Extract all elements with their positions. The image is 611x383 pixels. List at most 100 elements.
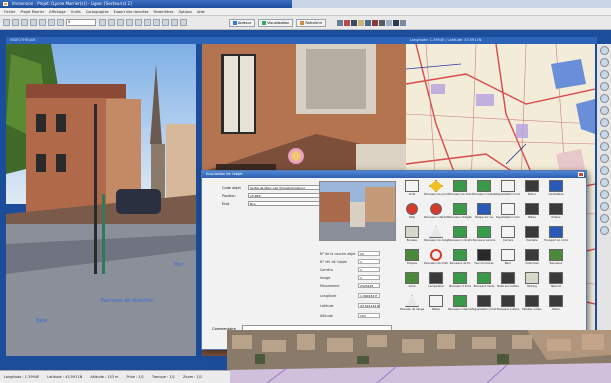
open-icon[interactable] bbox=[12, 19, 19, 26]
prop-value[interactable]: 43.591134 N bbox=[358, 303, 380, 308]
info-icon[interactable] bbox=[599, 130, 609, 139]
camera-icon[interactable] bbox=[135, 19, 142, 26]
select-icon[interactable] bbox=[599, 82, 609, 91]
swatch-icon[interactable] bbox=[344, 19, 351, 26]
settings-icon[interactable] bbox=[599, 178, 609, 187]
swatch-icon[interactable] bbox=[386, 19, 393, 26]
last-frame-icon[interactable] bbox=[108, 19, 115, 26]
search-icon[interactable] bbox=[599, 106, 609, 115]
menu-affichage[interactable]: Affichage bbox=[49, 10, 65, 14]
menu-aide[interactable]: Aide bbox=[197, 10, 205, 14]
sign-option[interactable]: Panneau de danger bbox=[400, 295, 424, 318]
sign-option[interactable]: Signalisation horizontale bbox=[472, 295, 496, 318]
swatch-icon[interactable] bbox=[393, 19, 400, 26]
sign-option[interactable]: Signalisation lumineuse bbox=[496, 203, 520, 226]
swatch-icon[interactable] bbox=[400, 19, 407, 26]
swatch-icon[interactable] bbox=[358, 19, 365, 26]
view-button[interactable]: Visualisation bbox=[258, 18, 294, 27]
sign-option[interactable]: Bouleau bbox=[400, 226, 424, 249]
sign-option[interactable]: Panneaux de priorité bbox=[424, 180, 448, 203]
help-icon[interactable] bbox=[599, 190, 609, 199]
sign-option[interactable]: Flaques bbox=[400, 249, 424, 272]
sign-option[interactable]: Transport en commun bbox=[544, 226, 568, 249]
sign-option[interactable]: Panneaux de fin bbox=[448, 249, 472, 272]
refresh-icon[interactable] bbox=[599, 142, 609, 151]
sign-option[interactable]: Candélabre bbox=[544, 180, 568, 203]
measure-icon[interactable] bbox=[171, 19, 178, 26]
sign-option[interactable]: Panneaux service bbox=[472, 226, 496, 249]
sign-option[interactable]: Feux tricolores bbox=[472, 249, 496, 272]
prop-value[interactable]: 1.399432 E bbox=[358, 293, 380, 298]
sign-option[interactable]: Lampadaire bbox=[424, 272, 448, 295]
menu-cartographie[interactable]: Cartographie bbox=[86, 10, 109, 14]
sign-option[interactable]: Borne bbox=[520, 180, 544, 203]
prop-value[interactable]: 15 bbox=[358, 251, 380, 256]
sign-option[interactable]: Poteau bbox=[544, 203, 568, 226]
swatch-icon[interactable] bbox=[351, 19, 358, 26]
swatch-icon[interactable] bbox=[365, 19, 372, 26]
first-frame-icon[interactable] bbox=[39, 19, 46, 26]
street-view-left[interactable]: Mur Panneau de direction Baie bbox=[6, 44, 204, 356]
sign-option[interactable]: Banc bbox=[496, 249, 520, 272]
menu-parametres[interactable]: Paramètres bbox=[153, 10, 173, 14]
help-button[interactable]: Aidesur bbox=[229, 18, 256, 27]
layers-icon[interactable] bbox=[180, 19, 187, 26]
sign-option[interactable]: Signalisation horizontale bbox=[496, 180, 520, 203]
sign-option[interactable]: Panneaux hauts bbox=[472, 272, 496, 295]
zoom-out-icon[interactable] bbox=[599, 58, 609, 67]
print-icon[interactable] bbox=[30, 19, 37, 26]
measure-icon[interactable] bbox=[599, 94, 609, 103]
sign-option[interactable]: Panneaux intermédiaires bbox=[448, 295, 472, 318]
menu-fichier[interactable]: Fichier bbox=[4, 10, 15, 14]
sign-option[interactable]: Panneaux obligation bbox=[448, 203, 472, 226]
new-icon[interactable] bbox=[3, 19, 10, 26]
menu-outils[interactable]: Outils bbox=[71, 10, 81, 14]
swatch-icon[interactable] bbox=[372, 19, 379, 26]
sign-option[interactable]: Poubelle bbox=[520, 226, 544, 249]
menu-projet[interactable]: Projet Marrier bbox=[20, 10, 44, 14]
layers-icon[interactable] bbox=[599, 118, 609, 127]
prop-value[interactable]: 2325125 bbox=[358, 283, 380, 288]
save-icon[interactable] bbox=[21, 19, 28, 26]
stop-icon[interactable] bbox=[126, 19, 133, 26]
sign-option[interactable]: Boîte aux lettres bbox=[496, 272, 520, 295]
eraser-icon[interactable] bbox=[599, 214, 609, 223]
sign-option[interactable]: Mobilier urbain bbox=[520, 295, 544, 318]
sign-option[interactable]: Arrêt bbox=[400, 180, 424, 203]
ruler-icon[interactable] bbox=[599, 226, 609, 235]
play-icon[interactable] bbox=[57, 19, 64, 26]
previous-frame-icon[interactable] bbox=[48, 19, 55, 26]
sign-option[interactable]: Radar bbox=[544, 295, 568, 318]
sign-option[interactable]: Caméra bbox=[496, 226, 520, 249]
sign-option[interactable]: Panneaux de limitation bbox=[424, 249, 448, 272]
sign-option[interactable]: Balise bbox=[520, 203, 544, 226]
sign-option[interactable]: Parking bbox=[520, 272, 544, 295]
close-icon[interactable] bbox=[578, 172, 584, 177]
sign-option[interactable]: Panneaux de direction bbox=[448, 180, 472, 203]
refresh-button[interactable]: Rafraîchir bbox=[296, 18, 327, 27]
sign-option[interactable]: Cheminée bbox=[520, 249, 544, 272]
list-icon[interactable] bbox=[153, 19, 160, 26]
pencil-icon[interactable] bbox=[599, 202, 609, 211]
sign-option[interactable]: Panneaux localisation bbox=[472, 180, 496, 203]
swatch-icon[interactable] bbox=[379, 19, 386, 26]
print-icon[interactable] bbox=[599, 154, 609, 163]
prop-value[interactable]: 1 bbox=[358, 275, 380, 280]
menu-options[interactable]: Options bbox=[178, 10, 192, 14]
sign-option[interactable]: Arbre bbox=[400, 272, 424, 295]
sign-option[interactable]: Stop bbox=[400, 203, 424, 226]
grid-icon[interactable] bbox=[144, 19, 151, 26]
next-frame-icon[interactable] bbox=[99, 19, 106, 26]
zoom-in-icon[interactable] bbox=[599, 46, 609, 55]
sign-option[interactable]: Panneaux publics bbox=[496, 295, 520, 318]
frame-input[interactable]: 0 bbox=[66, 19, 96, 26]
sign-option[interactable]: Panneaux bbox=[544, 249, 568, 272]
pan-icon[interactable] bbox=[599, 70, 609, 79]
sign-option[interactable]: Télécom bbox=[544, 272, 568, 295]
sign-option[interactable]: Panneaux interdiction bbox=[424, 203, 448, 226]
zoom-icon[interactable] bbox=[162, 19, 169, 26]
export-icon[interactable] bbox=[599, 166, 609, 175]
prop-value[interactable]: 1 bbox=[358, 259, 380, 264]
menu-export[interactable]: Export des données bbox=[114, 10, 149, 14]
prop-value[interactable]: 153 bbox=[358, 313, 380, 318]
